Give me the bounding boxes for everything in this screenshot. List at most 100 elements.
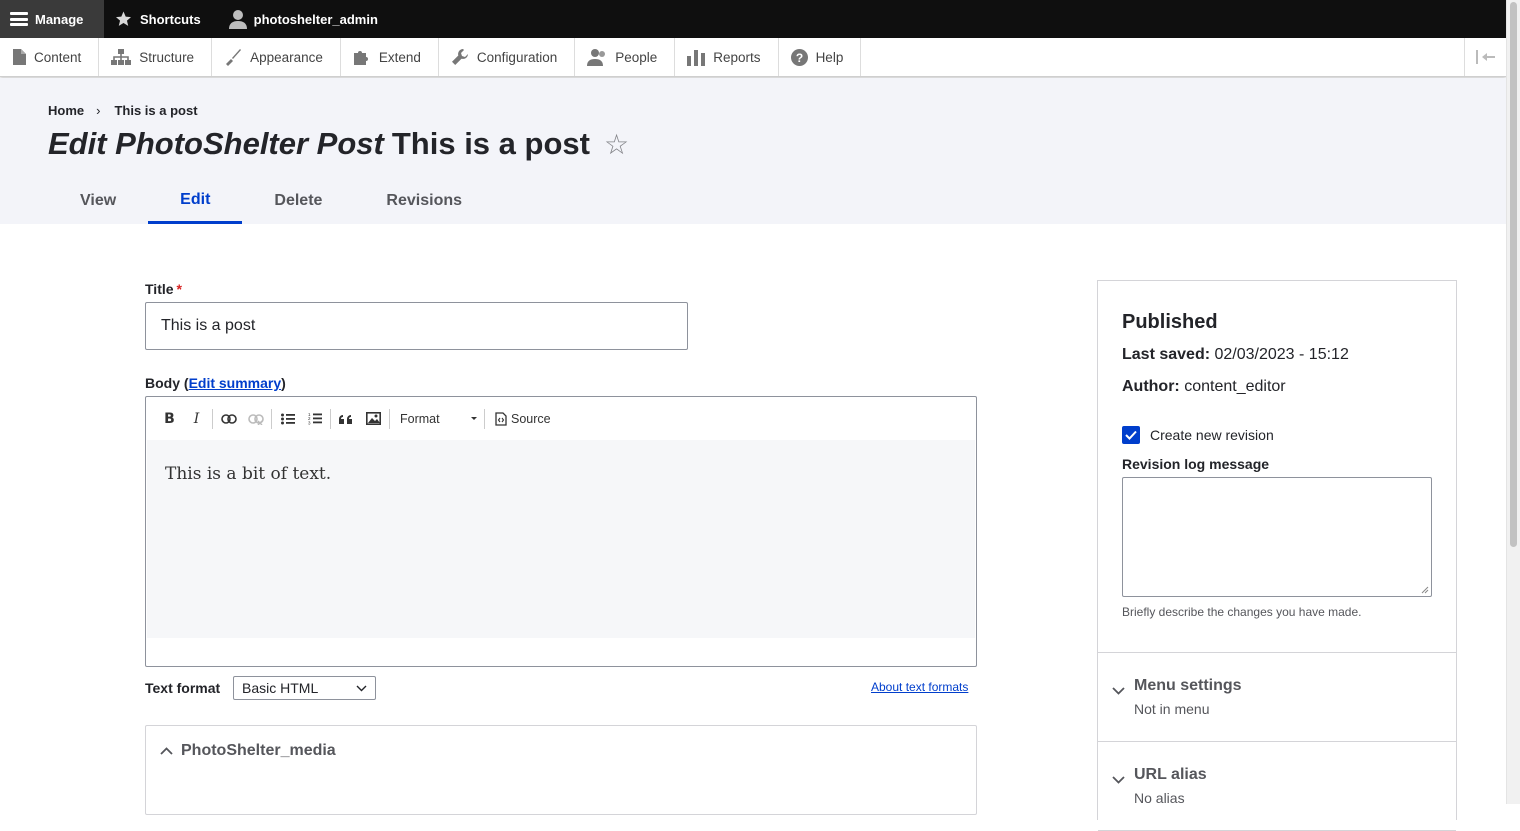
page-title-prefix: Edit PhotoShelter Post	[48, 126, 384, 161]
title-input[interactable]: This is a post	[145, 302, 688, 350]
breadcrumb-separator: ›	[96, 103, 101, 118]
checkbox-checked-icon[interactable]	[1122, 426, 1140, 444]
author: Author: content_editor	[1122, 378, 1286, 396]
tray-item-help[interactable]: ? Help	[779, 38, 862, 76]
toolbar-separator	[330, 408, 331, 429]
user-icon	[228, 10, 247, 29]
link-button[interactable]	[215, 405, 242, 433]
people-icon	[587, 49, 606, 66]
meta-sidebar: Published Last saved: 02/03/2023 - 15:12…	[1097, 280, 1457, 831]
about-text-formats-link[interactable]: About text formats	[871, 680, 968, 694]
body-label-text: Body	[145, 375, 180, 391]
page-scrollbar[interactable]	[1506, 0, 1520, 804]
user-button[interactable]: photoshelter_admin	[213, 0, 390, 38]
chevron-down-icon	[1112, 776, 1125, 784]
breadcrumb-home-link[interactable]: Home	[48, 103, 84, 118]
tray-item-structure[interactable]: Structure	[99, 38, 213, 76]
photoshelter-media-title: PhotoShelter_media	[181, 742, 336, 759]
chevron-down-icon	[356, 685, 367, 691]
menu-settings-title: Menu settings	[1134, 677, 1242, 694]
photoshelter-media-section: PhotoShelter_media	[145, 725, 977, 815]
breadcrumb-current: This is a post	[114, 103, 198, 118]
manage-button[interactable]: Manage	[0, 0, 104, 38]
link-icon	[220, 413, 237, 424]
user-label: photoshelter_admin	[253, 11, 378, 27]
toolbar-separator	[271, 408, 272, 429]
page-title-node: This is a post	[391, 126, 590, 161]
author-value: content_editor	[1184, 378, 1286, 395]
puzzle-icon	[353, 51, 368, 65]
breadcrumb: Home › This is a post	[48, 103, 198, 118]
toolbar-separator	[212, 408, 213, 429]
shortcut-star-icon[interactable]: ☆	[604, 128, 629, 161]
tab-edit[interactable]: Edit	[148, 178, 243, 224]
admin-toolbar: Manage Shortcuts photoshelter_admin	[0, 0, 1506, 38]
create-revision-label: Create new revision	[1150, 427, 1274, 443]
bold-label: B	[164, 410, 175, 427]
url-alias-section[interactable]: URL alias No alias	[1098, 742, 1456, 831]
text-format-label: Text format	[145, 680, 221, 696]
chevron-up-icon	[160, 747, 173, 755]
help-icon: ?	[790, 48, 808, 66]
editor-toolbar: B I 123 Format Source	[146, 397, 976, 440]
quote-icon	[339, 415, 352, 424]
author-label: Author:	[1122, 378, 1180, 395]
tray-item-label: Help	[815, 49, 844, 65]
edit-summary-link[interactable]: Edit summary	[189, 375, 282, 391]
menu-settings-section[interactable]: Menu settings Not in menu	[1098, 653, 1456, 742]
sitemap-icon	[111, 49, 132, 65]
photoshelter-media-toggle[interactable]: PhotoShelter_media	[160, 742, 336, 760]
manage-label: Manage	[35, 11, 84, 27]
blockquote-button[interactable]	[333, 405, 360, 433]
paintbrush-icon	[226, 49, 242, 66]
format-dropdown-label: Format	[400, 411, 440, 426]
star-icon	[116, 11, 131, 26]
local-tabs: View Edit Delete Revisions	[48, 178, 494, 224]
bulleted-list-icon	[280, 413, 295, 424]
tray-item-appearance[interactable]: Appearance	[212, 38, 341, 76]
tray-item-label: Content	[34, 49, 82, 65]
menu-settings-summary: Not in menu	[1134, 701, 1210, 717]
resize-handle-icon[interactable]	[1421, 586, 1429, 594]
unlink-button[interactable]	[242, 405, 269, 433]
scrollbar-thumb[interactable]	[1510, 2, 1517, 547]
tray-item-configuration[interactable]: Configuration	[439, 38, 576, 76]
source-button[interactable]: Source	[487, 412, 551, 426]
format-dropdown[interactable]: Format	[392, 412, 482, 426]
body-label: Body (Edit summary)	[145, 375, 286, 391]
toolbar-separator	[484, 408, 485, 429]
tray-item-reports[interactable]: Reports	[675, 38, 779, 76]
chevron-down-icon	[1112, 687, 1125, 695]
bulleted-list-button[interactable]	[274, 405, 301, 433]
italic-label: I	[193, 410, 200, 427]
last-saved-label: Last saved:	[1122, 346, 1211, 363]
editor-content[interactable]: This is a bit of text.	[147, 440, 975, 638]
svg-text:?: ?	[795, 51, 802, 65]
image-icon	[366, 412, 381, 425]
publish-info: Published Last saved: 02/03/2023 - 15:12…	[1098, 281, 1456, 653]
url-alias-title: URL alias	[1134, 766, 1207, 783]
file-icon	[13, 49, 26, 65]
shortcuts-button[interactable]: Shortcuts	[104, 0, 213, 38]
tray-item-extend[interactable]: Extend	[341, 38, 439, 76]
bold-button[interactable]: B	[156, 405, 183, 433]
italic-button[interactable]: I	[183, 405, 210, 433]
tray-orientation-toggle[interactable]	[1464, 38, 1506, 76]
svg-text:3: 3	[308, 421, 311, 426]
tab-revisions[interactable]: Revisions	[354, 178, 494, 224]
revision-log-textarea[interactable]	[1122, 477, 1432, 597]
create-revision-checkbox[interactable]: Create new revision	[1122, 426, 1274, 444]
body-editor: B I 123 Format Source This is a bit of t…	[145, 396, 977, 667]
text-format-select[interactable]: Basic HTML	[233, 676, 376, 700]
image-button[interactable]	[360, 405, 387, 433]
tray-item-label: Configuration	[476, 49, 558, 65]
numbered-list-button[interactable]: 123	[301, 405, 328, 433]
page-header: Home › This is a post Edit PhotoShelter …	[0, 78, 1506, 224]
tab-view[interactable]: View	[48, 178, 148, 224]
tray-item-label: Extend	[378, 49, 421, 65]
status-heading: Published	[1122, 311, 1218, 333]
tray-item-label: People	[615, 49, 658, 65]
tray-item-content[interactable]: Content	[0, 38, 100, 76]
tray-item-people[interactable]: People	[575, 38, 676, 76]
tab-delete[interactable]: Delete	[242, 178, 354, 224]
